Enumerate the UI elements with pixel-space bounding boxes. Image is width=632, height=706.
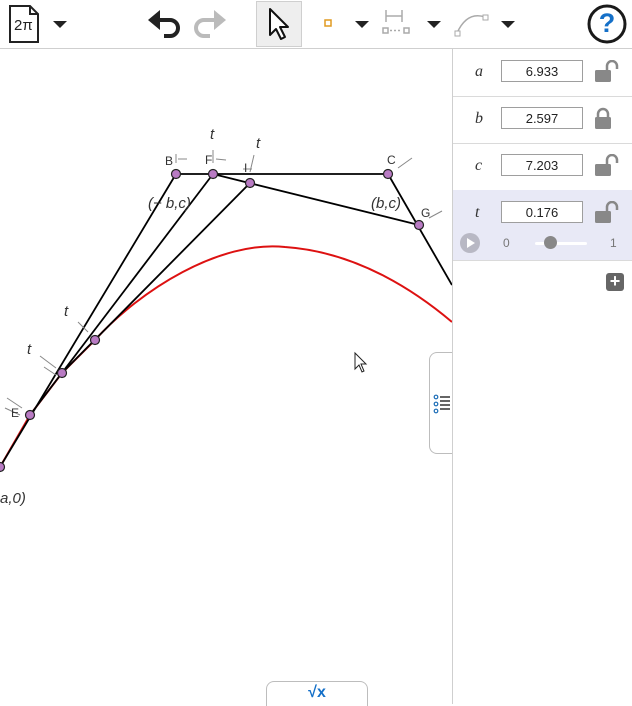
play-icon[interactable] — [459, 232, 481, 254]
point-a[interactable] — [0, 461, 6, 473]
sketch-canvas[interactable]: B F I C G E t t t t (− b,c) (b,c) a,0) — [0, 49, 452, 704]
slider-max-label: 1 — [610, 236, 617, 250]
point-tool-icon — [324, 19, 332, 27]
segment-a-b[interactable] — [0, 173, 177, 468]
measure-tool-dropdown[interactable] — [424, 14, 444, 34]
toolbar: 2π ? — [0, 0, 632, 49]
dropdown-icon — [355, 21, 369, 28]
document-button[interactable]: 2π — [4, 4, 44, 44]
point-h[interactable] — [56, 367, 68, 379]
label-i: I — [244, 161, 247, 175]
point-b[interactable] — [170, 168, 182, 180]
curve-tool-button[interactable] — [452, 8, 494, 40]
point-g[interactable] — [413, 219, 425, 231]
param-row-b: b 2.597 — [453, 96, 632, 144]
point-tool-button[interactable] — [318, 12, 338, 34]
point-f[interactable] — [207, 168, 219, 180]
point-c[interactable] — [382, 168, 394, 180]
dropdown-icon — [501, 21, 515, 28]
measure-tool-button[interactable] — [380, 6, 414, 40]
param-input-c[interactable]: 7.203 — [501, 154, 583, 176]
param-name-c: c — [475, 157, 483, 174]
param-row-a: a 6.933 — [453, 49, 632, 97]
point-curve-t[interactable] — [89, 334, 101, 346]
t-slider-track[interactable] — [535, 242, 587, 245]
param-row-c: c 7.203 — [453, 143, 632, 191]
point-i[interactable] — [244, 177, 256, 189]
expression-tab[interactable]: √x — [266, 681, 368, 706]
label-e: E — [11, 406, 19, 420]
parameter-panel: a 6.933 b 2.597 c 7.203 t 0.176 0 1 + — [452, 49, 632, 704]
bezier-curve[interactable] — [0, 245, 452, 468]
unlock-icon[interactable] — [593, 60, 619, 84]
add-parameter-button[interactable]: + — [606, 271, 624, 291]
coord-b-c: (b,c) — [371, 195, 401, 212]
unlock-icon[interactable] — [593, 201, 619, 225]
slider-min-label: 0 — [503, 236, 510, 250]
label-b: B — [165, 154, 173, 168]
panel-toggle-tab[interactable] — [429, 352, 454, 454]
unlock-icon[interactable] — [593, 154, 619, 178]
label-t-4: t — [27, 341, 32, 358]
point-e[interactable] — [24, 409, 36, 421]
move-tool-icon — [269, 8, 289, 40]
sketch-drawing[interactable]: B F I C G E t t t t (− b,c) (b,c) a,0) — [0, 49, 452, 704]
move-tool-button[interactable] — [256, 1, 302, 47]
plus-icon: + — [609, 271, 621, 291]
redo-icon — [194, 10, 226, 38]
dropdown-icon — [427, 21, 441, 28]
undo-icon — [148, 10, 180, 38]
list-icon — [433, 394, 450, 414]
redo-button[interactable] — [190, 4, 230, 44]
label-g: G — [421, 206, 430, 220]
label-t-3: t — [64, 303, 69, 320]
param-input-b[interactable]: 2.597 — [501, 107, 583, 129]
document-dropdown[interactable] — [50, 14, 70, 34]
sqrt-icon: √x — [308, 684, 326, 701]
dropdown-icon — [53, 21, 67, 28]
undo-button[interactable] — [144, 4, 184, 44]
label-c: C — [387, 153, 396, 167]
curve-tool-icon — [454, 14, 489, 37]
help-button[interactable]: ? — [586, 3, 628, 45]
param-input-t[interactable]: 0.176 — [501, 201, 583, 223]
coord-a-0: a,0) — [0, 490, 26, 507]
param-name-a: a — [475, 63, 483, 80]
param-input-a[interactable]: 6.933 — [501, 60, 583, 82]
coord-neg-b-c: (− b,c) — [148, 195, 191, 212]
app-icon-label: 2π — [14, 17, 33, 34]
help-label: ? — [598, 8, 616, 38]
label-t-2: t — [256, 135, 261, 152]
param-row-t: t 0.176 0 1 — [453, 190, 632, 261]
measure-tool-icon — [382, 10, 410, 34]
param-name-b: b — [475, 110, 483, 127]
lock-icon[interactable] — [593, 107, 619, 131]
mouse-cursor-icon — [354, 351, 368, 373]
param-name-t: t — [475, 204, 480, 221]
label-f: F — [205, 153, 212, 167]
curve-tool-dropdown[interactable] — [498, 14, 518, 34]
t-slider-thumb[interactable] — [543, 236, 557, 249]
point-tool-dropdown[interactable] — [352, 14, 372, 34]
label-t-1: t — [210, 126, 215, 143]
